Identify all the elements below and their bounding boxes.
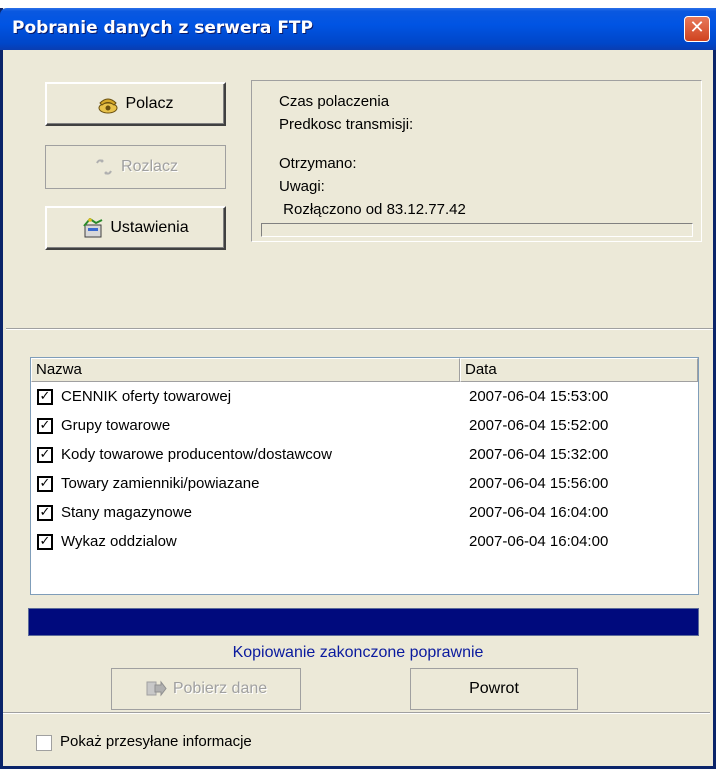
item-checkbox[interactable]: ✓ (37, 447, 53, 463)
item-date: 2007-06-04 16:04:00 (469, 533, 609, 550)
connection-time-label: Czas polaczenia (279, 93, 390, 110)
settings-button[interactable]: Ustawienia (45, 206, 226, 250)
column-header-name[interactable]: Nazwa (31, 358, 460, 382)
item-checkbox[interactable]: ✓ (37, 505, 53, 521)
connect-label: Polacz (125, 95, 174, 112)
window-title: Pobranie danych z serwera FTP (12, 18, 313, 38)
download-icon (146, 680, 167, 697)
list-item[interactable]: ✓ Stany magazynowe 2007-06-04 16:04:00 (35, 499, 695, 528)
title-bar[interactable]: Pobranie danych z serwera FTP ✕ (0, 8, 716, 50)
item-name: Wykaz oddzialow (61, 533, 177, 550)
item-date: 2007-06-04 15:53:00 (469, 388, 609, 405)
item-name: Kody towarowe producentow/dostawcow (61, 446, 332, 463)
connection-info-box: Czas polaczenia Predkosc transmisji: Otr… (251, 80, 702, 242)
item-name: CENNIK oferty towarowej (61, 388, 232, 405)
item-date: 2007-06-04 15:52:00 (469, 417, 609, 434)
list-item[interactable]: ✓ Grupy towarowe 2007-06-04 15:52:00 (35, 412, 695, 441)
close-button[interactable]: ✕ (684, 16, 710, 42)
item-checkbox[interactable]: ✓ (37, 389, 53, 405)
list-header: Nazwa Data (31, 358, 698, 382)
download-button[interactable]: Pobierz dane (111, 668, 301, 710)
settings-label: Ustawienia (110, 219, 189, 236)
disconnect-button[interactable]: Rozlacz (45, 145, 226, 189)
files-list[interactable]: Nazwa Data ✓ CENNIK oferty towarowej 200… (30, 357, 699, 595)
show-info-label[interactable]: Pokaż przesyłane informacje (60, 733, 252, 750)
column-header-date[interactable]: Data (460, 358, 698, 382)
status-message: Rozłączono od 83.12.77.42 (279, 201, 466, 218)
back-button[interactable]: Powrot (410, 668, 578, 710)
item-date: 2007-06-04 15:32:00 (469, 446, 609, 463)
disconnect-icon (96, 159, 112, 175)
phone-icon (98, 98, 118, 114)
item-checkbox[interactable]: ✓ (37, 476, 53, 492)
close-icon: ✕ (689, 17, 705, 38)
connection-progress-bar (261, 223, 693, 237)
download-label: Pobierz dane (172, 680, 268, 697)
disconnect-label: Rozlacz (121, 158, 178, 175)
download-progress-bar (28, 608, 699, 636)
list-item[interactable]: ✓ Kody towarowe producentow/dostawcow 20… (35, 441, 695, 470)
list-item[interactable]: ✓ Wykaz oddzialow 2007-06-04 16:04:00 (35, 528, 695, 557)
show-info-checkbox[interactable] (36, 735, 52, 751)
notes-label: Uwagi: (279, 178, 325, 195)
item-name: Stany magazynowe (61, 504, 192, 521)
status-text: Kopiowanie zakonczone poprawnie (232, 644, 484, 661)
connect-button[interactable]: Polacz (45, 82, 226, 126)
settings-icon (83, 218, 103, 238)
connection-panel: Polacz Rozlacz Ustawienia Czas polaczeni… (6, 50, 713, 328)
panel-divider (6, 328, 713, 330)
transfer-speed-label: Predkosc transmisji: (279, 116, 414, 133)
footer-divider (3, 712, 710, 714)
item-checkbox[interactable]: ✓ (37, 534, 53, 550)
item-name: Grupy towarowe (61, 417, 171, 434)
item-name: Towary zamienniki/powiazane (61, 475, 260, 492)
item-date: 2007-06-04 15:56:00 (469, 475, 609, 492)
received-label: Otrzymano: (279, 155, 357, 172)
list-item[interactable]: ✓ CENNIK oferty towarowej 2007-06-04 15:… (35, 383, 695, 412)
item-date: 2007-06-04 16:04:00 (469, 504, 609, 521)
item-checkbox[interactable]: ✓ (37, 418, 53, 434)
back-label: Powrot (469, 680, 519, 697)
list-item[interactable]: ✓ Towary zamienniki/powiazane 2007-06-04… (35, 470, 695, 499)
